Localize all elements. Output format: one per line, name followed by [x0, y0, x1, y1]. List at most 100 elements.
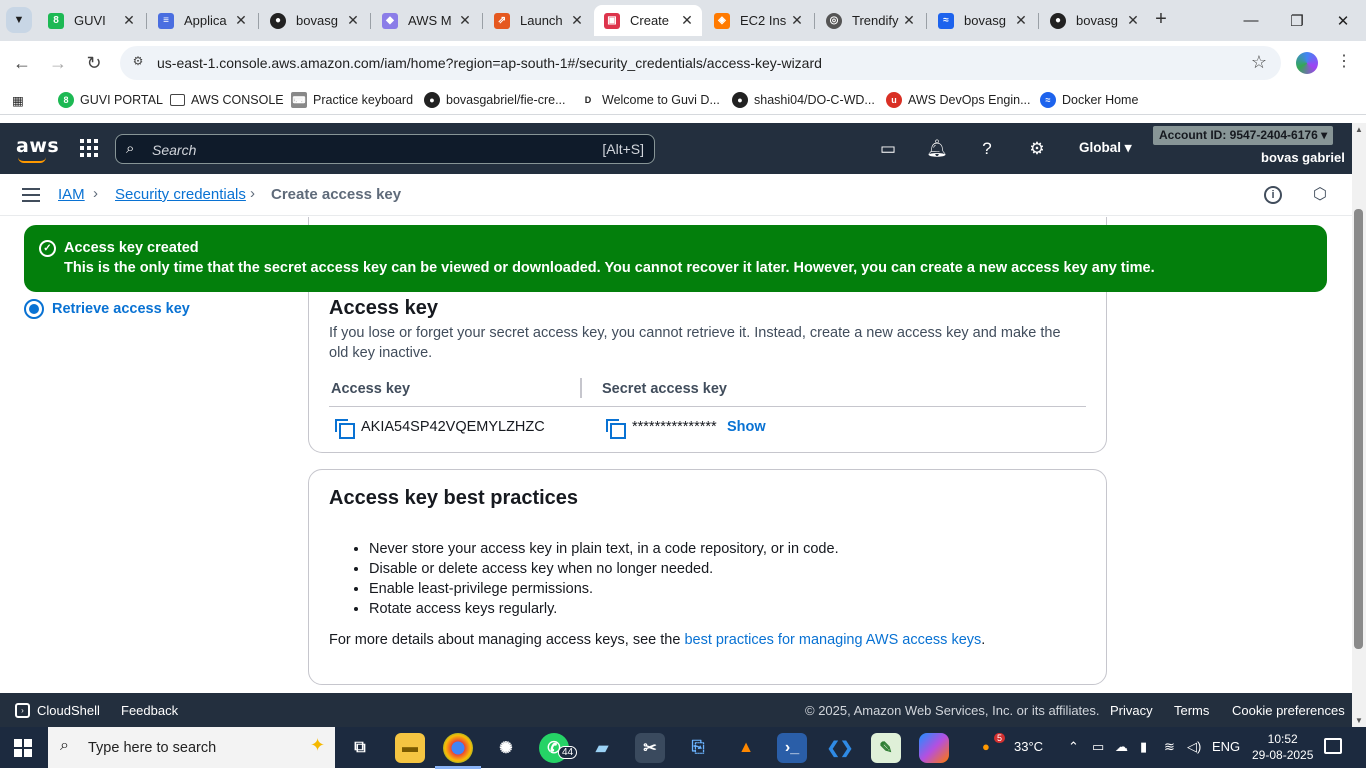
copy-icon[interactable]	[335, 419, 355, 439]
bookmark-star-icon[interactable]: ☆	[1251, 52, 1267, 73]
breadcrumb-security-credentials[interactable]: Security credentials	[115, 186, 246, 203]
weather-temp[interactable]: 33°C	[1014, 739, 1043, 754]
close-icon[interactable]: ✕	[788, 12, 806, 29]
window-close-icon[interactable]: ✕	[1320, 0, 1366, 41]
language-indicator[interactable]: ENG	[1212, 739, 1240, 754]
volume-icon[interactable]: ◁)	[1187, 739, 1201, 755]
bookmark-aws-console[interactable]: AWS CONSOLE	[170, 91, 284, 109]
chrome-icon[interactable]	[435, 733, 481, 769]
notepad-icon[interactable]: ▰	[587, 733, 617, 763]
reload-icon[interactable]: ↻	[80, 49, 108, 77]
scroll-up-icon[interactable]: ▲	[1355, 125, 1363, 134]
close-icon[interactable]: ✕	[1124, 12, 1142, 29]
tab-trendify[interactable]: ◎ Trendify ✕	[816, 5, 924, 36]
user-name[interactable]: bovas gabriel	[1261, 150, 1345, 165]
powershell-icon[interactable]: ›_	[777, 733, 807, 763]
remote-desktop-icon[interactable]: ⎘	[683, 733, 713, 763]
help-icon[interactable]: ?	[975, 137, 999, 161]
system-clock[interactable]: 10:52 29-08-2025	[1252, 731, 1313, 763]
address-bar[interactable]: ⚙ us-east-1.console.aws.amazon.com/iam/h…	[120, 46, 1281, 80]
tab-applica[interactable]: ≡ Applica ✕	[148, 5, 256, 36]
tab-github-bovasg[interactable]: ● bovasg ✕	[260, 5, 368, 36]
battery-icon[interactable]: ▮	[1140, 739, 1147, 755]
show-secret-link[interactable]: Show	[727, 419, 766, 435]
best-practices-link[interactable]: best practices for managing AWS access k…	[684, 632, 981, 648]
close-icon[interactable]: ✕	[120, 12, 138, 29]
hexagon-settings-icon[interactable]: ⬡	[1311, 186, 1329, 204]
wizard-step-retrieve[interactable]: Retrieve access key	[24, 299, 190, 319]
snipping-tool-icon[interactable]: ✂	[635, 733, 665, 763]
task-view-icon[interactable]: ⧉	[345, 733, 375, 763]
apps-grid-icon[interactable]: ▦	[12, 91, 24, 109]
wifi-icon[interactable]: ≋	[1164, 739, 1175, 755]
copilot-sparkle-icon[interactable]: ✦	[310, 735, 325, 756]
scrollbar-thumb[interactable]	[1354, 209, 1363, 649]
account-menu[interactable]: Account ID: 9547-2404-6176 ▾	[1153, 126, 1334, 145]
notepad-plus-icon[interactable]: ✎	[871, 733, 901, 763]
aws-search-input[interactable]: ⌕ Search [Alt+S]	[115, 134, 655, 164]
onedrive-cloud-icon[interactable]: ☁	[1115, 739, 1128, 755]
terms-link[interactable]: Terms	[1174, 703, 1209, 718]
copilot-icon[interactable]	[919, 733, 949, 763]
weather-icon[interactable]: ●	[982, 739, 990, 754]
notification-center-icon[interactable]	[1324, 738, 1342, 754]
page-scrollbar[interactable]: ▲ ▼	[1352, 123, 1366, 727]
chrome-menu-icon[interactable]: ⋮	[1336, 51, 1352, 71]
bookmark-github-shashi[interactable]: ● shashi04/DO-C-WD...	[732, 91, 875, 109]
scroll-down-icon[interactable]: ▼	[1355, 716, 1363, 725]
bookmark-aws-devops[interactable]: u AWS DevOps Engin...	[886, 91, 1031, 109]
file-explorer-icon[interactable]: ▬	[395, 733, 425, 763]
close-icon[interactable]: ✕	[568, 12, 586, 29]
tab-aws-m[interactable]: ◆ AWS M ✕	[372, 5, 480, 36]
feedback-link[interactable]: Feedback	[121, 703, 178, 718]
forward-arrow-icon[interactable]: →	[44, 49, 72, 77]
tab-docker-bovasg[interactable]: ≈ bovasg ✕	[928, 5, 1036, 36]
new-tab-plus-icon[interactable]: +	[1150, 8, 1172, 30]
chatgpt-icon[interactable]: ✺	[491, 733, 521, 763]
windows-start-icon[interactable]	[14, 739, 32, 757]
cookie-preferences-link[interactable]: Cookie preferences	[1232, 703, 1345, 718]
vlc-icon[interactable]: ▲	[731, 733, 761, 763]
bookmark-practice-keyboard[interactable]: ⌨ Practice keyboard	[291, 91, 413, 109]
restore-icon[interactable]: ❐	[1274, 0, 1320, 41]
close-icon[interactable]: ✕	[900, 12, 918, 29]
tab-create-active[interactable]: ▣ Create ✕	[594, 5, 702, 36]
back-arrow-icon[interactable]: ←	[8, 49, 36, 77]
tab-ec2[interactable]: ◈ EC2 Ins ✕	[704, 5, 812, 36]
settings-gear-icon[interactable]: ⚙	[1025, 137, 1049, 161]
close-icon[interactable]: ✕	[232, 12, 250, 29]
tab-guvi[interactable]: 8 GUVI ✕	[38, 5, 144, 36]
bookmark-github-fie[interactable]: ● bovasgabriel/fie-cre...	[424, 91, 566, 109]
aws-logo[interactable]: aws	[16, 135, 59, 163]
close-icon[interactable]: ✕	[344, 12, 362, 29]
url-text[interactable]: us-east-1.console.aws.amazon.com/iam/hom…	[157, 55, 822, 71]
site-settings-icon[interactable]: ⚙	[129, 54, 147, 72]
services-grid-icon[interactable]	[80, 139, 98, 157]
vscode-icon[interactable]: ❮❯	[825, 733, 855, 763]
profile-avatar[interactable]	[1296, 52, 1318, 74]
info-icon[interactable]: i	[1264, 186, 1282, 204]
cloudshell-terminal-icon[interactable]: ▭	[876, 137, 900, 161]
close-icon[interactable]: ✕	[678, 12, 696, 29]
close-icon[interactable]: ✕	[456, 12, 474, 29]
list-item: Enable least-privilege permissions.	[369, 579, 839, 599]
taskbar-search-input[interactable]: ⌕ Type here to search ✦	[48, 727, 335, 768]
menu-hamburger-icon[interactable]	[22, 188, 40, 202]
minimize-icon[interactable]: —	[1228, 0, 1274, 41]
close-icon[interactable]: ✕	[1012, 12, 1030, 29]
tray-chevron-icon[interactable]: ⌃	[1068, 739, 1079, 755]
notifications-bell-icon[interactable]: 🔔︎	[925, 137, 949, 161]
tab-launch[interactable]: ⇗ Launch ✕	[484, 5, 592, 36]
breadcrumb-iam[interactable]: IAM	[58, 186, 85, 203]
bookmark-docker-home[interactable]: ≈ Docker Home	[1040, 91, 1138, 109]
region-selector[interactable]: Global ▾	[1079, 140, 1132, 156]
bookmark-welcome-guvi[interactable]: D Welcome to Guvi D...	[580, 91, 720, 109]
cloudshell-icon[interactable]: ›	[15, 703, 30, 718]
tab-github-bovasg-2[interactable]: ● bovasg ✕	[1040, 5, 1148, 36]
tab-search-chevron-icon[interactable]: ▼	[6, 7, 32, 33]
meet-now-icon[interactable]: ▭	[1092, 739, 1104, 755]
copy-icon[interactable]	[606, 419, 626, 439]
privacy-link[interactable]: Privacy	[1110, 703, 1153, 718]
cloudshell-link[interactable]: CloudShell	[37, 703, 100, 718]
bookmark-guvi-portal[interactable]: 8 GUVI PORTAL	[58, 91, 163, 109]
